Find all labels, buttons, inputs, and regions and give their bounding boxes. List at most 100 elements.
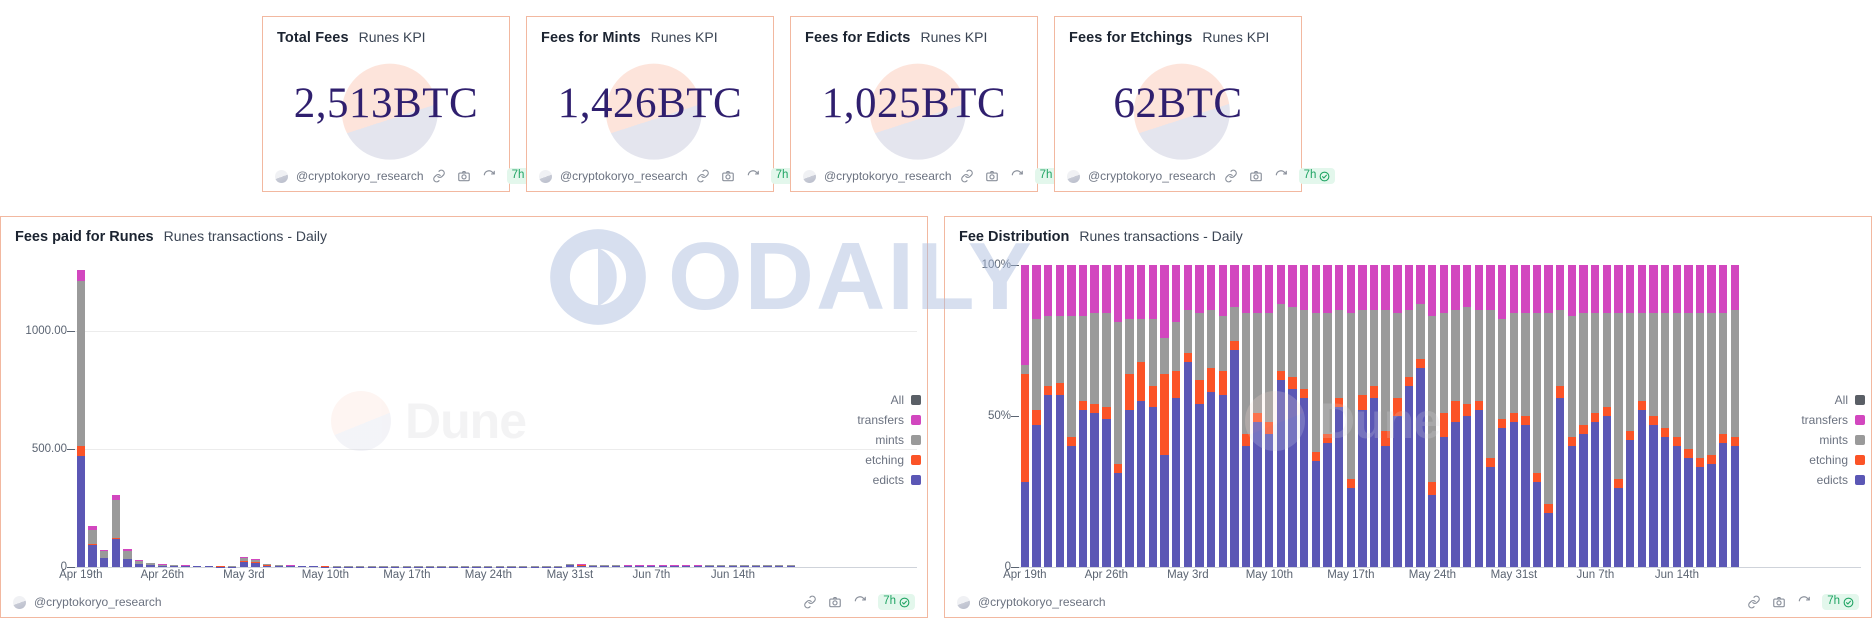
bar[interactable] <box>1531 265 1543 567</box>
kpi-card-fees-for-etchings[interactable]: Fees for Etchings Runes KPI 62BTC @cryptoko… <box>1054 16 1336 192</box>
bar[interactable] <box>1310 265 1322 567</box>
refresh-status-badge[interactable]: 7h <box>1822 594 1859 610</box>
bar[interactable] <box>1426 265 1438 567</box>
legend-item-mints[interactable]: mints <box>1819 433 1865 447</box>
bar[interactable] <box>1566 265 1578 567</box>
bar[interactable] <box>1217 265 1229 567</box>
bar[interactable] <box>1403 265 1415 567</box>
bar[interactable] <box>1694 265 1706 567</box>
bar[interactable] <box>1554 265 1566 567</box>
refresh-icon[interactable] <box>1274 169 1288 183</box>
bar[interactable] <box>1054 265 1066 567</box>
bar[interactable] <box>1112 265 1124 567</box>
camera-icon[interactable] <box>457 169 471 183</box>
bar[interactable] <box>238 556 250 567</box>
legend-item-edicts[interactable]: edicts <box>1817 473 1865 487</box>
share-icon[interactable] <box>960 169 974 183</box>
bar[interactable] <box>1066 265 1078 567</box>
refresh-status-badge[interactable]: 7h <box>1298 168 1336 184</box>
camera-icon[interactable] <box>1249 169 1263 183</box>
bar[interactable] <box>1100 265 1112 567</box>
bar[interactable] <box>1624 265 1636 567</box>
bar[interactable] <box>1019 265 1031 567</box>
bar[interactable] <box>122 549 134 567</box>
share-icon[interactable] <box>803 595 817 609</box>
bar[interactable] <box>1648 265 1660 567</box>
bar[interactable] <box>1275 265 1287 567</box>
bar[interactable] <box>1683 265 1695 567</box>
refresh-icon[interactable] <box>1797 595 1811 609</box>
camera-icon[interactable] <box>721 169 735 183</box>
bar[interactable] <box>87 525 99 567</box>
bar[interactable] <box>1135 265 1147 567</box>
bar[interactable] <box>110 495 122 567</box>
bar[interactable] <box>1485 265 1497 567</box>
bar[interactable] <box>1508 265 1520 567</box>
bar[interactable] <box>1322 265 1334 567</box>
bar[interactable] <box>1520 265 1532 567</box>
camera-icon[interactable] <box>828 595 842 609</box>
bar[interactable] <box>1042 265 1054 567</box>
bar[interactable] <box>1450 265 1462 567</box>
bar[interactable] <box>1182 265 1194 567</box>
bar[interactable] <box>1124 265 1136 567</box>
bar[interactable] <box>1659 265 1671 567</box>
legend-item-transfers[interactable]: transfers <box>1801 413 1865 427</box>
bar[interactable] <box>1473 265 1485 567</box>
bar[interactable] <box>1636 265 1648 567</box>
share-icon[interactable] <box>696 169 710 183</box>
bar[interactable] <box>98 550 110 567</box>
legend-item-all[interactable]: All <box>1835 393 1865 407</box>
bar[interactable] <box>1170 265 1182 567</box>
bar[interactable] <box>1392 265 1404 567</box>
bar[interactable] <box>1194 265 1206 567</box>
bar[interactable] <box>1205 265 1217 567</box>
bar[interactable] <box>1240 265 1252 567</box>
share-icon[interactable] <box>1224 169 1238 183</box>
bar[interactable] <box>1578 265 1590 567</box>
bar[interactable] <box>75 269 87 567</box>
bar[interactable] <box>1380 265 1392 567</box>
kpi-card-fees-for-edicts[interactable]: Fees for Edicts Runes KPI 1,025BTC @cryptok… <box>790 16 1072 192</box>
bar[interactable] <box>1357 265 1369 567</box>
share-icon[interactable] <box>1747 595 1761 609</box>
bar[interactable] <box>1461 265 1473 567</box>
bar[interactable] <box>1368 265 1380 567</box>
bar[interactable] <box>1287 265 1299 567</box>
bar[interactable] <box>1345 265 1357 567</box>
refresh-icon[interactable] <box>482 169 496 183</box>
refresh-status-badge[interactable]: 7h <box>878 594 915 610</box>
bar[interactable] <box>1252 265 1264 567</box>
legend-item-etching[interactable]: etching <box>865 453 921 467</box>
refresh-icon[interactable] <box>1010 169 1024 183</box>
legend-item-mints[interactable]: mints <box>875 433 921 447</box>
bar[interactable] <box>1089 265 1101 567</box>
bar[interactable] <box>1717 265 1729 567</box>
share-icon[interactable] <box>432 169 446 183</box>
bar[interactable] <box>1671 265 1683 567</box>
bar[interactable] <box>1543 265 1555 567</box>
bar[interactable] <box>1706 265 1718 567</box>
legend-item-etching[interactable]: etching <box>1809 453 1865 467</box>
refresh-icon[interactable] <box>853 595 867 609</box>
bar[interactable] <box>1601 265 1613 567</box>
bar[interactable] <box>1159 265 1171 567</box>
bar[interactable] <box>1438 265 1450 567</box>
bar[interactable] <box>1031 265 1043 567</box>
legend-item-all[interactable]: All <box>891 393 921 407</box>
bar[interactable] <box>1613 265 1625 567</box>
bar[interactable] <box>1729 265 1741 567</box>
refresh-icon[interactable] <box>746 169 760 183</box>
bar[interactable] <box>1229 265 1241 567</box>
legend-item-edicts[interactable]: edicts <box>873 473 921 487</box>
bar[interactable] <box>1077 265 1089 567</box>
legend-item-transfers[interactable]: transfers <box>857 413 921 427</box>
bar[interactable] <box>1263 265 1275 567</box>
kpi-card-total-fees[interactable]: Total Fees Runes KPI 2,513BTC @cryptokoryo_… <box>262 16 544 192</box>
bar[interactable] <box>1496 265 1508 567</box>
kpi-card-fees-for-mints[interactable]: Fees for Mints Runes KPI 1,426BTC @cryptoko… <box>526 16 808 192</box>
bar[interactable] <box>250 558 262 567</box>
camera-icon[interactable] <box>985 169 999 183</box>
bar[interactable] <box>1147 265 1159 567</box>
camera-icon[interactable] <box>1772 595 1786 609</box>
